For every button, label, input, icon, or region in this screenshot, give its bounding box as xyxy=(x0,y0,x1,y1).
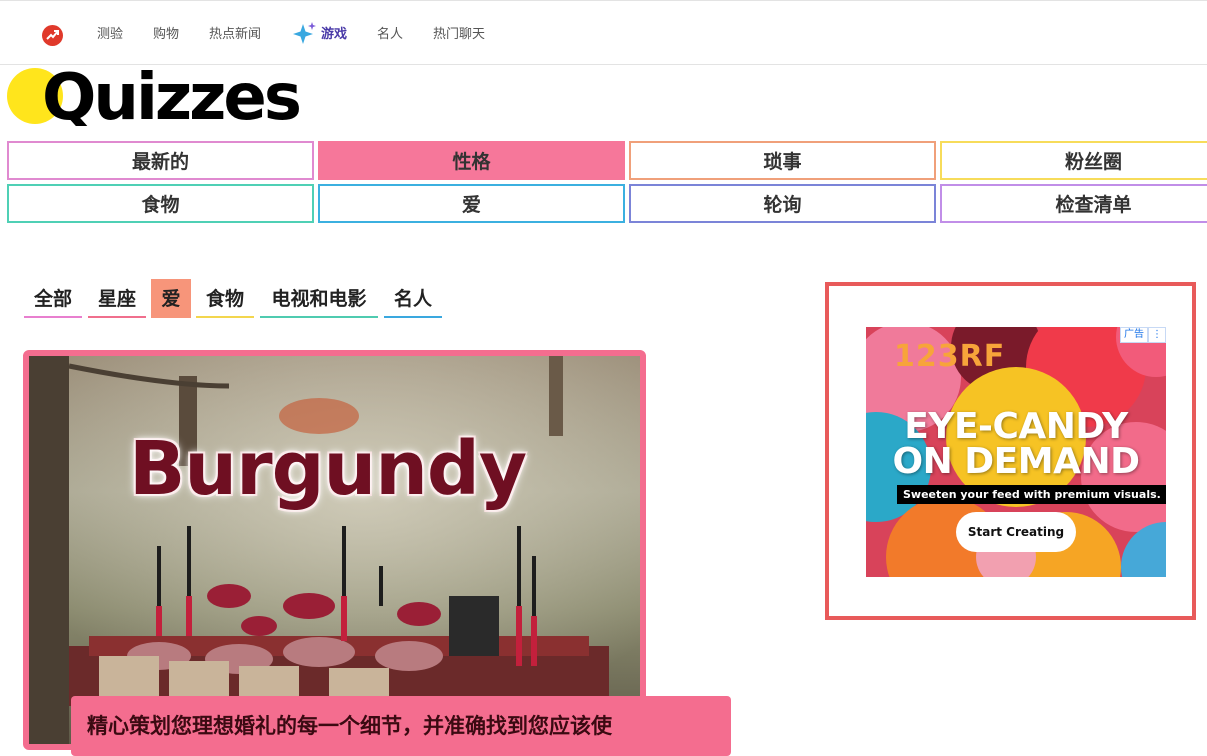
trending-icon[interactable] xyxy=(42,25,63,46)
nav-item-celebrities[interactable]: 名人 xyxy=(377,25,403,45)
category-trivia[interactable]: 琐事 xyxy=(629,141,936,180)
category-personality[interactable]: 性格 xyxy=(318,141,625,180)
sparkle-icon xyxy=(293,22,316,44)
ad-headline-line1: EYE-CANDY xyxy=(904,406,1128,447)
tab-food[interactable]: 食物 xyxy=(196,279,254,318)
ad-banner[interactable]: 广告 ⋮ 123RF EYE-CANDY ON DEMAND Sweeten y… xyxy=(866,327,1166,577)
tab-all[interactable]: 全部 xyxy=(24,279,82,318)
ad-badge-label: 广告 xyxy=(1120,327,1148,343)
site-logo[interactable]: Quizzes xyxy=(42,58,299,126)
category-love[interactable]: 爱 xyxy=(318,184,625,223)
ad-brand: 123RF xyxy=(894,339,1006,374)
nav-item-hot-news[interactable]: 热点新闻 xyxy=(209,25,261,45)
nav-item-hot-chat[interactable]: 热门聊天 xyxy=(433,25,485,45)
ad-subline: Sweeten your feed with premium visuals. xyxy=(897,485,1166,504)
quiz-card-image xyxy=(29,356,640,744)
top-nav: 测验 购物 热点新闻 游戏 名人 热门聊天 xyxy=(0,0,1207,65)
category-latest[interactable]: 最新的 xyxy=(7,141,314,180)
nav-item-quizzes[interactable]: 测验 xyxy=(97,25,123,45)
tab-tv-movies[interactable]: 电视和电影 xyxy=(260,279,378,318)
ad-options-icon[interactable]: ⋮ xyxy=(1148,327,1166,343)
quiz-card-caption[interactable]: 精心策划您理想婚礼的每一个细节，并准确找到您应该使 xyxy=(71,696,731,756)
tab-horoscope[interactable]: 星座 xyxy=(88,279,146,318)
ad-badge[interactable]: 广告 ⋮ xyxy=(1120,327,1166,343)
tab-celebrities[interactable]: 名人 xyxy=(384,279,442,318)
nav-item-shopping[interactable]: 购物 xyxy=(153,25,179,45)
quiz-card[interactable]: Burgundy xyxy=(23,350,646,750)
category-food[interactable]: 食物 xyxy=(7,184,314,223)
category-polls[interactable]: 轮询 xyxy=(629,184,936,223)
ad-headline-line2: ON DEMAND xyxy=(892,441,1140,482)
nav-item-games[interactable]: 游戏 xyxy=(321,25,347,45)
category-checklist[interactable]: 检查清单 xyxy=(940,184,1207,223)
quiz-card-title-art: Burgundy xyxy=(129,426,527,512)
category-fandom[interactable]: 粉丝圈 xyxy=(940,141,1207,180)
tab-love[interactable]: 爱 xyxy=(151,279,191,318)
ad-cta-button[interactable]: Start Creating xyxy=(956,512,1076,552)
